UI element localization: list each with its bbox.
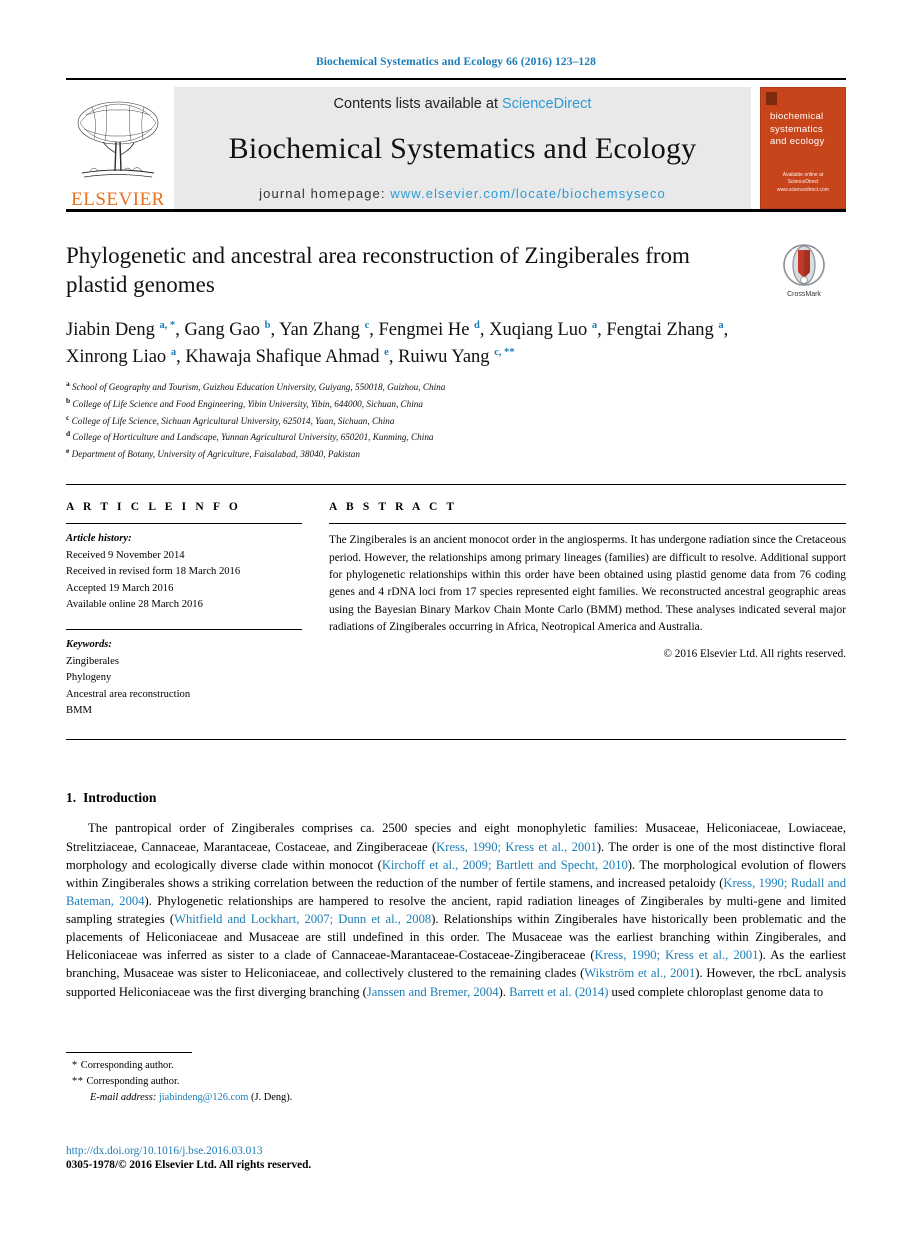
affiliation-item: a School of Geography and Tourism, Guizh…: [66, 378, 446, 392]
abstract-heading: A B S T R A C T: [329, 501, 458, 514]
journal-article-page: Biochemical Systematics and Ecology 66 (…: [0, 0, 907, 1238]
affiliation-mark: d: [66, 429, 71, 439]
introduction-paragraph: The pantropical order of Zingiberales co…: [66, 821, 847, 999]
double-asterisk-icon: **: [72, 1076, 87, 1088]
affiliation-item: e Department of Botany, University of Ag…: [66, 446, 360, 460]
journal-banner: Contents lists available at ScienceDirec…: [174, 87, 751, 209]
elsevier-wordmark: ELSEVIER: [71, 189, 165, 210]
section-number: 1.: [66, 790, 77, 806]
sciencedirect-link[interactable]: ScienceDirect: [502, 96, 591, 112]
email-owner: (J. Deng).: [251, 1092, 293, 1104]
keywords-block: Keywords: Zingiberales Phylogeny Ancestr…: [66, 629, 302, 719]
running-head: Biochemical Systematics and Ecology 66 (…: [315, 56, 596, 68]
history-item: Available online 28 March 2016: [66, 599, 203, 611]
journal-masthead: ELSEVIER Contents lists available at Sci…: [66, 87, 846, 209]
abstract-text: The Zingiberales is an ancient monocot o…: [329, 534, 846, 634]
page-title: Phylogenetic and ancestral area reconstr…: [66, 243, 690, 297]
article-info-rule: [66, 523, 302, 525]
affiliation-item: b College of Life Science and Food Engin…: [66, 395, 423, 409]
journal-homepage-link[interactable]: www.elsevier.com/locate/biochemsyseco: [390, 186, 666, 201]
issn-copyright-line: 0305-1978/© 2016 Elsevier Ltd. All right…: [66, 1159, 312, 1171]
affiliation-list: a School of Geography and Tourism, Guizh…: [66, 378, 846, 463]
keywords-label: Keywords:: [66, 639, 112, 651]
cover-journal-title: biochemical systematics and ecology: [770, 111, 825, 148]
title-block: Phylogenetic and ancestral area reconstr…: [66, 242, 846, 462]
asterisk-icon: *: [72, 1060, 81, 1071]
history-item: Received in revised form 18 March 2016: [66, 566, 241, 578]
abstract-rule: [329, 523, 846, 525]
article-info-heading: A R T I C L E I N F O: [66, 501, 241, 514]
contents-prefix-text: Contents lists available at: [333, 96, 502, 112]
homepage-prefix-text: journal homepage:: [259, 186, 391, 201]
cover-footer-text: Available online at ScienceDirect www.scie…: [777, 171, 829, 193]
email-label: E-mail address:: [90, 1092, 157, 1104]
article-history-block: Article history: Received 9 November 201…: [66, 531, 302, 613]
masthead-top-rule: [66, 78, 846, 80]
corresponding-author-text-1: Corresponding author.: [80, 1060, 174, 1071]
footnote-rule: [66, 1052, 192, 1053]
page-content: Biochemical Systematics and Ecology 66 (…: [66, 0, 846, 1001]
journal-cover-thumbnail[interactable]: biochemical systematics and ecology Availa…: [760, 87, 846, 209]
email-note: E-mail address: jiabindeng@126.com (J. D…: [72, 1090, 466, 1106]
email-link[interactable]: jiabindeng@126.com: [159, 1092, 249, 1103]
introduction-heading: 1. Introduction: [66, 790, 846, 806]
footnote-block: * Corresponding author. ** Corresponding…: [66, 1052, 466, 1106]
history-item: Accepted 19 March 2016: [66, 582, 174, 594]
doi-link[interactable]: http://dx.doi.org/10.1016/j.bse.2016.03.…: [66, 1145, 311, 1157]
keyword-item: BMM: [66, 705, 92, 717]
section-title: Introduction: [83, 790, 157, 806]
abstract-column: A B S T R A C T The Zingiberales is an a…: [329, 501, 846, 719]
affiliation-mark: c: [66, 412, 70, 422]
elsevier-logo: ELSEVIER: [66, 87, 174, 209]
journal-homepage-line: journal homepage: www.elsevier.com/locat…: [259, 186, 666, 201]
affiliation-mark: a: [66, 378, 70, 388]
masthead-bottom-rule: [66, 209, 846, 212]
affiliation-item: c College of Life Science, Sichuan Agric…: [66, 412, 395, 426]
affiliation-mark: e: [66, 446, 70, 456]
keyword-item: Zingiberales: [66, 655, 119, 667]
info-abstract-columns: A R T I C L E I N F O Article history: R…: [66, 501, 846, 719]
contents-available-line: Contents lists available at ScienceDirec…: [334, 96, 592, 112]
crossmark-label: CrossMark: [787, 291, 821, 298]
cover-emblem-icon: [766, 92, 777, 105]
crossmark-icon: [783, 244, 825, 286]
journal-title: Biochemical Systematics and Ecology: [228, 132, 697, 165]
corresponding-author-note-2: ** Corresponding author.: [72, 1074, 466, 1090]
info-section-bottom-rule: [66, 739, 846, 741]
info-section-top-rule: [66, 484, 846, 486]
keyword-item: Phylogeny: [66, 672, 112, 684]
keyword-item: Ancestral area reconstruction: [66, 688, 191, 700]
crossmark-badge[interactable]: CrossMark: [762, 244, 846, 298]
elsevier-tree-icon: [77, 101, 159, 178]
article-info-column: A R T I C L E I N F O Article history: R…: [66, 501, 302, 719]
history-item: Received 9 November 2014: [66, 549, 185, 561]
corresponding-author-note-1: * Corresponding author.: [72, 1058, 466, 1074]
corresponding-author-text-2: Corresponding author.: [86, 1076, 180, 1088]
abstract-copyright: © 2016 Elsevier Ltd. All rights reserved…: [663, 648, 847, 661]
article-history-label: Article history:: [66, 533, 132, 545]
doi-block: http://dx.doi.org/10.1016/j.bse.2016.03.…: [66, 1145, 311, 1171]
affiliation-mark: b: [66, 395, 71, 405]
keywords-rule: [66, 629, 302, 631]
author-list: Jiabin Deng a, *, Gang Gao b, Yan Zhang …: [66, 319, 729, 367]
affiliation-item: d College of Horticulture and Landscape,…: [66, 429, 434, 443]
